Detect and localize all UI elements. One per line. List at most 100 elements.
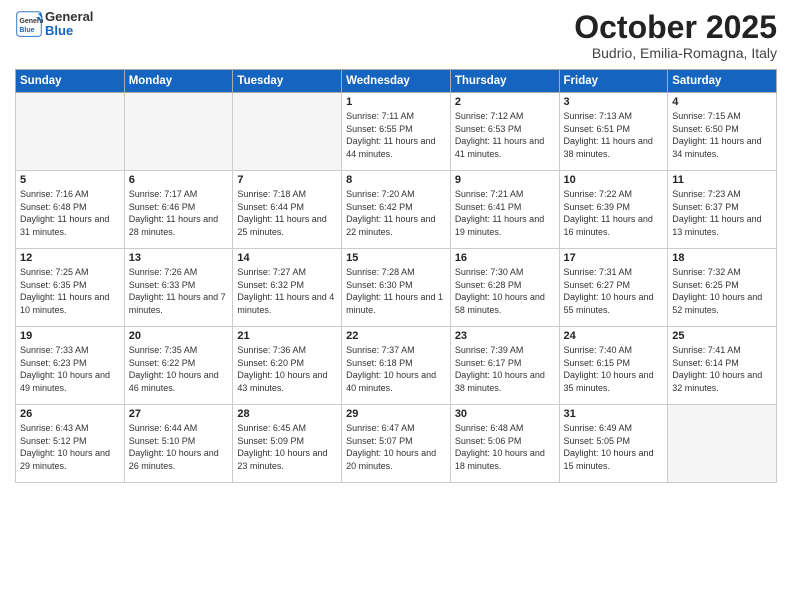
day-info: Sunrise: 7:30 AMSunset: 6:28 PMDaylight:… [455,266,555,316]
day-number: 30 [455,408,555,420]
day-info: Sunrise: 6:47 AMSunset: 5:07 PMDaylight:… [346,422,446,472]
location: Budrio, Emilia-Romagna, Italy [574,45,777,61]
calendar-cell: 18Sunrise: 7:32 AMSunset: 6:25 PMDayligh… [668,249,777,327]
day-number: 2 [455,96,555,108]
calendar-cell: 25 Sunrise: 7:41 AMSunset: 6:14 PMDayligh… [668,327,777,405]
day-info: Sunrise: 7:20 AMSunset: 6:42 PMDaylight:… [346,188,446,238]
calendar-cell: 31Sunrise: 6:49 AMSunset: 5:05 PMDayligh… [559,405,668,483]
title-block: October 2025 Budrio, Emilia-Romagna, Ita… [574,10,777,61]
day-number: 15 [346,252,446,264]
day-info: Sunrise: 6:48 AMSunset: 5:06 PMDaylight:… [455,422,555,472]
day-info: Sunrise: 7:27 AMSunset: 6:32 PMDaylight:… [237,266,337,316]
calendar-cell: 14 Sunrise: 7:27 AMSunset: 6:32 PMDayligh… [233,249,342,327]
calendar-cell: 13Sunrise: 7:26 AMSunset: 6:33 PMDayligh… [124,249,233,327]
calendar-cell: 24 Sunrise: 7:40 AMSunset: 6:15 PMDayligh… [559,327,668,405]
calendar-cell: 21 Sunrise: 7:36 AMSunset: 6:20 PMDayligh… [233,327,342,405]
day-number: 20 [129,330,229,342]
day-info: Sunrise: 6:49 AMSunset: 5:05 PMDaylight:… [564,422,664,472]
day-number: 16 [455,252,555,264]
day-info: Sunrise: 6:45 AMSunset: 5:09 PMDaylight:… [237,422,337,472]
day-info: Sunrise: 7:28 AMSunset: 6:30 PMDaylight:… [346,266,446,316]
calendar-cell: 20 Sunrise: 7:35 AMSunset: 6:22 PMDayligh… [124,327,233,405]
calendar-cell: 1Sunrise: 7:11 AMSunset: 6:55 PMDaylight… [342,93,451,171]
calendar-week-row: 19 Sunrise: 7:33 AMSunset: 6:23 PMDayligh… [16,327,777,405]
calendar-cell: 27Sunrise: 6:44 AMSunset: 5:10 PMDayligh… [124,405,233,483]
day-info: Sunrise: 7:39 AMSunset: 6:17 PMDaylight:… [455,344,555,394]
day-number: 11 [672,174,772,186]
day-info: Sunrise: 7:15 AMSunset: 6:50 PMDaylight:… [672,110,772,160]
day-number: 24 [564,330,664,342]
calendar-week-row: 26Sunrise: 6:43 AMSunset: 5:12 PMDayligh… [16,405,777,483]
day-info: Sunrise: 7:21 AMSunset: 6:41 PMDaylight:… [455,188,555,238]
calendar: SundayMondayTuesdayWednesdayThursdayFrid… [15,69,777,483]
day-number: 21 [237,330,337,342]
calendar-cell: 5Sunrise: 7:16 AMSunset: 6:48 PMDaylight… [16,171,125,249]
day-info: Sunrise: 7:11 AMSunset: 6:55 PMDaylight:… [346,110,446,160]
day-number: 3 [564,96,664,108]
calendar-cell: 23 Sunrise: 7:39 AMSunset: 6:17 PMDayligh… [450,327,559,405]
day-number: 19 [20,330,120,342]
day-info: Sunrise: 7:18 AMSunset: 6:44 PMDaylight:… [237,188,337,238]
svg-text:Blue: Blue [19,27,34,34]
calendar-week-row: 12Sunrise: 7:25 AMSunset: 6:35 PMDayligh… [16,249,777,327]
calendar-cell: 29 Sunrise: 6:47 AMSunset: 5:07 PMDayligh… [342,405,451,483]
day-info: Sunrise: 7:26 AMSunset: 6:33 PMDaylight:… [129,266,229,316]
day-info: Sunrise: 7:35 AMSunset: 6:22 PMDaylight:… [129,344,229,394]
day-info: Sunrise: 7:37 AMSunset: 6:18 PMDaylight:… [346,344,446,394]
calendar-cell: 10 Sunrise: 7:22 AMSunset: 6:39 PMDayligh… [559,171,668,249]
day-number: 9 [455,174,555,186]
calendar-cell: 15 Sunrise: 7:28 AMSunset: 6:30 PMDayligh… [342,249,451,327]
day-info: Sunrise: 7:33 AMSunset: 6:23 PMDaylight:… [20,344,120,394]
day-of-week-header: Saturday [668,70,777,93]
calendar-cell: 11 Sunrise: 7:23 AMSunset: 6:37 PMDayligh… [668,171,777,249]
calendar-cell: 2Sunrise: 7:12 AMSunset: 6:53 PMDaylight… [450,93,559,171]
calendar-cell: 22 Sunrise: 7:37 AMSunset: 6:18 PMDayligh… [342,327,451,405]
header: General Blue General Blue October 2025 B… [15,10,777,61]
day-info: Sunrise: 6:43 AMSunset: 5:12 PMDaylight:… [20,422,120,472]
day-info: Sunrise: 7:36 AMSunset: 6:20 PMDaylight:… [237,344,337,394]
calendar-cell: 16 Sunrise: 7:30 AMSunset: 6:28 PMDayligh… [450,249,559,327]
calendar-cell: 6 Sunrise: 7:17 AMSunset: 6:46 PMDaylight… [124,171,233,249]
day-info: Sunrise: 7:32 AMSunset: 6:25 PMDaylight:… [672,266,772,316]
day-info: Sunrise: 7:13 AMSunset: 6:51 PMDaylight:… [564,110,664,160]
day-info: Sunrise: 7:41 AMSunset: 6:14 PMDaylight:… [672,344,772,394]
day-info: Sunrise: 7:22 AMSunset: 6:39 PMDaylight:… [564,188,664,238]
day-info: Sunrise: 7:25 AMSunset: 6:35 PMDaylight:… [20,266,120,316]
calendar-cell: 17Sunrise: 7:31 AMSunset: 6:27 PMDayligh… [559,249,668,327]
day-number: 14 [237,252,337,264]
day-number: 6 [129,174,229,186]
calendar-cell [124,93,233,171]
calendar-cell: 7Sunrise: 7:18 AMSunset: 6:44 PMDaylight… [233,171,342,249]
day-of-week-header: Monday [124,70,233,93]
logo: General Blue General Blue [15,10,93,39]
calendar-cell [668,405,777,483]
month-title: October 2025 [574,10,777,45]
day-number: 23 [455,330,555,342]
day-info: Sunrise: 7:17 AMSunset: 6:46 PMDaylight:… [129,188,229,238]
calendar-cell: 9 Sunrise: 7:21 AMSunset: 6:41 PMDaylight… [450,171,559,249]
calendar-cell: 3 Sunrise: 7:13 AMSunset: 6:51 PMDaylight… [559,93,668,171]
logo-text: General Blue [45,10,93,39]
calendar-cell: 30 Sunrise: 6:48 AMSunset: 5:06 PMDayligh… [450,405,559,483]
day-of-week-header: Tuesday [233,70,342,93]
calendar-cell: 8Sunrise: 7:20 AMSunset: 6:42 PMDaylight… [342,171,451,249]
day-info: Sunrise: 7:40 AMSunset: 6:15 PMDaylight:… [564,344,664,394]
day-of-week-header: Friday [559,70,668,93]
day-number: 28 [237,408,337,420]
day-number: 29 [346,408,446,420]
day-number: 10 [564,174,664,186]
calendar-cell [16,93,125,171]
day-number: 4 [672,96,772,108]
day-info: Sunrise: 6:44 AMSunset: 5:10 PMDaylight:… [129,422,229,472]
day-info: Sunrise: 7:31 AMSunset: 6:27 PMDaylight:… [564,266,664,316]
calendar-cell [233,93,342,171]
logo-general: General [45,10,93,24]
calendar-cell: 26Sunrise: 6:43 AMSunset: 5:12 PMDayligh… [16,405,125,483]
day-of-week-header: Thursday [450,70,559,93]
calendar-cell: 19 Sunrise: 7:33 AMSunset: 6:23 PMDayligh… [16,327,125,405]
calendar-header-row: SundayMondayTuesdayWednesdayThursdayFrid… [16,70,777,93]
day-info: Sunrise: 7:23 AMSunset: 6:37 PMDaylight:… [672,188,772,238]
day-number: 25 [672,330,772,342]
day-info: Sunrise: 7:16 AMSunset: 6:48 PMDaylight:… [20,188,120,238]
day-number: 22 [346,330,446,342]
